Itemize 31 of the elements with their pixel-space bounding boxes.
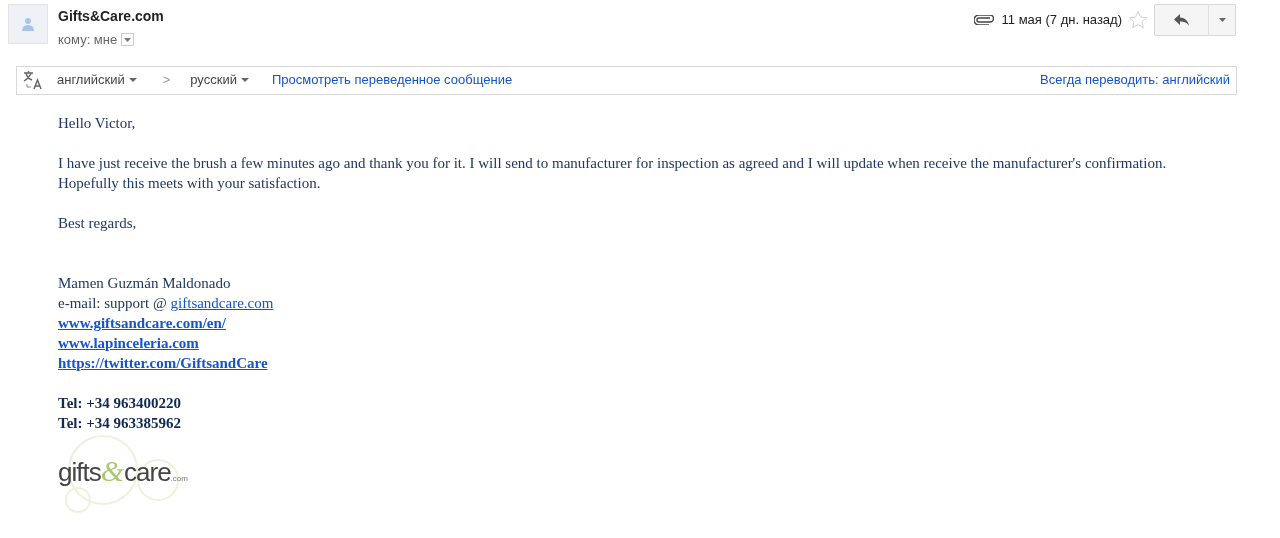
logo-word: care bbox=[124, 461, 171, 482]
target-language-dropdown[interactable]: русский bbox=[190, 70, 249, 90]
source-language-dropdown[interactable]: английский bbox=[57, 70, 137, 90]
phone-number: Tel: +34 963400220 bbox=[58, 393, 181, 413]
translate-icon bbox=[23, 70, 43, 90]
message-date: 11 мая (7 дн. назад) bbox=[1001, 11, 1122, 30]
website-link[interactable]: https://twitter.com/GiftsandCare bbox=[58, 352, 268, 373]
caret-icon bbox=[1218, 18, 1226, 22]
message-paragraph: Best regards, bbox=[58, 213, 138, 233]
logo-suffix: .com bbox=[170, 473, 188, 485]
message-paragraph: I have just receive the brush a few minutes ago and thank you for it. I will send to manufacturer for inspection as agreed and I will update when receive the manufacturer's confirmation. Hopefully this meets with your satisfaction. bbox=[58, 153, 1168, 193]
website-link[interactable]: www.giftsandcare.com/en/ bbox=[58, 312, 227, 333]
recipient-label: кому: мне bbox=[58, 31, 118, 49]
email-line: e-mail: support @ giftsandcare.com bbox=[58, 293, 274, 313]
details-dropdown[interactable] bbox=[121, 33, 135, 47]
signature-name: Mamen Guzmán Maldonado bbox=[58, 273, 231, 293]
caret-icon bbox=[124, 37, 132, 42]
caret-icon bbox=[240, 78, 249, 82]
star-icon[interactable] bbox=[1128, 10, 1148, 30]
reply-icon bbox=[1173, 14, 1190, 26]
email-link[interactable]: giftsandcare.com bbox=[170, 294, 274, 311]
logo-ampersand: & bbox=[100, 460, 125, 481]
phone-number: Tel: +34 963385962 bbox=[58, 413, 181, 433]
message-paragraph: Hello Victor, bbox=[58, 113, 137, 133]
arrow-separator: > bbox=[162, 71, 171, 90]
caret-icon bbox=[128, 78, 137, 82]
person-icon bbox=[21, 17, 35, 31]
always-translate-link[interactable]: Всегда переводить: английский bbox=[1040, 70, 1230, 90]
website-link[interactable]: www.lapinceleria.com bbox=[58, 332, 199, 353]
view-translation-link[interactable]: Просмотреть переведенное сообщение bbox=[271, 70, 513, 90]
sender-name: Gifts&Care.com bbox=[58, 7, 164, 26]
